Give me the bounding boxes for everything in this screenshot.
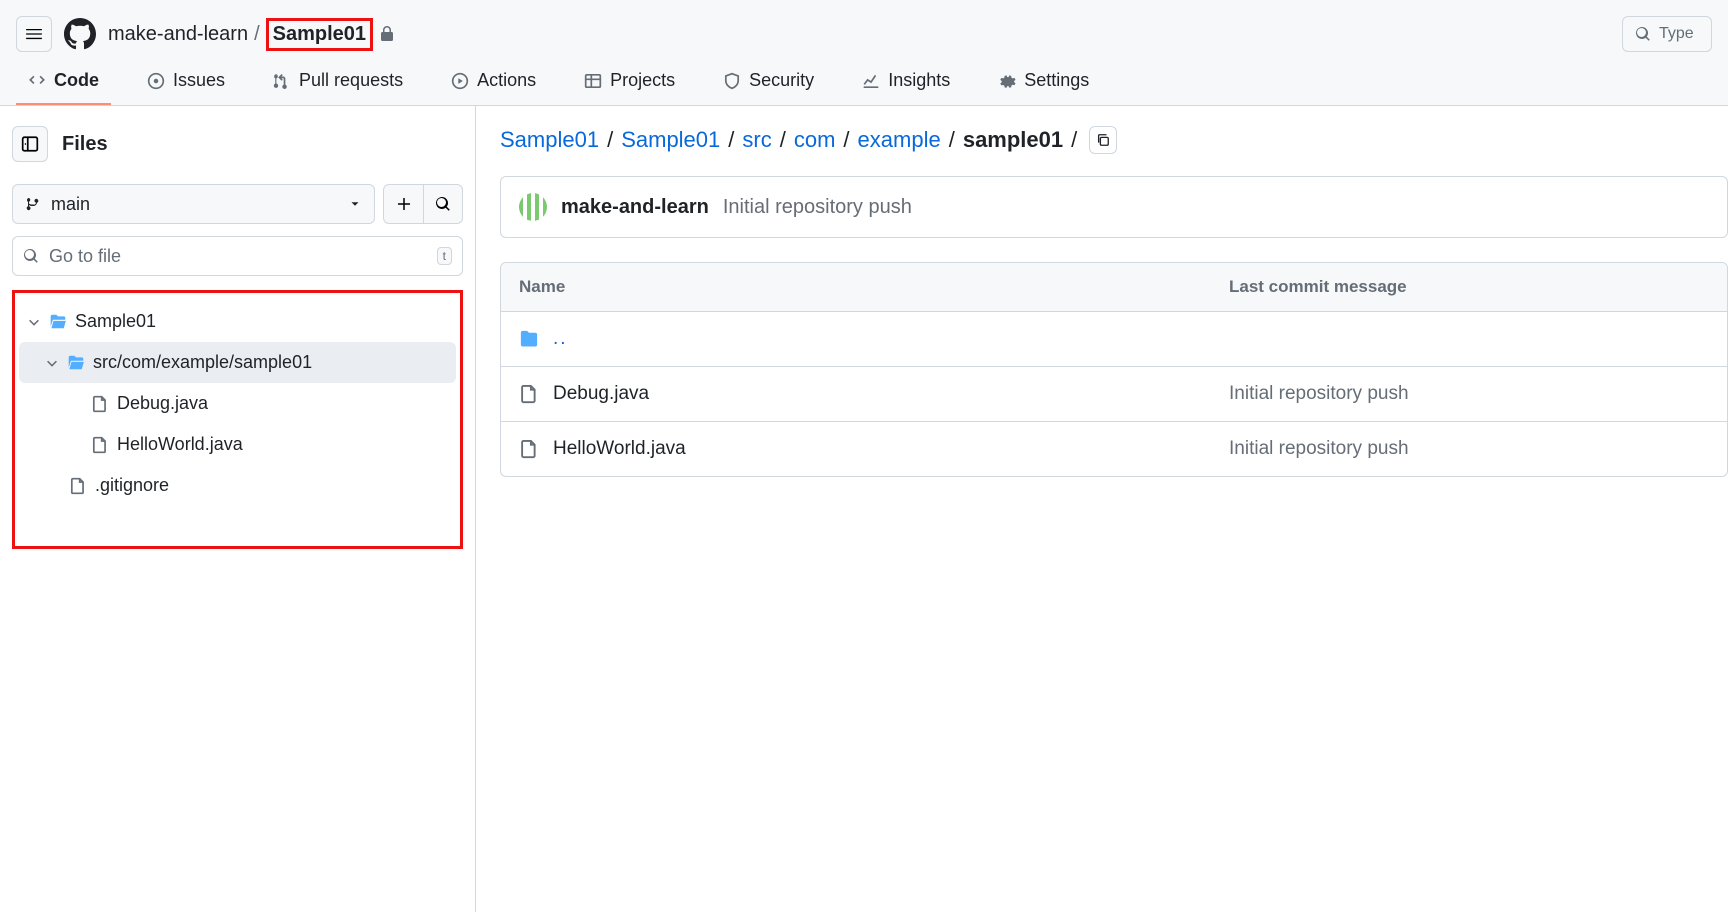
shield-icon xyxy=(723,72,741,90)
breadcrumb: Sample01/ Sample01/ src/ com/ example/ s… xyxy=(500,126,1728,154)
tree-file[interactable]: HelloWorld.java xyxy=(19,424,456,465)
file-name[interactable]: Debug.java xyxy=(553,383,649,405)
tab-actions-label: Actions xyxy=(477,70,536,91)
file-row[interactable]: HelloWorld.java Initial repository push xyxy=(501,422,1727,476)
repo-path: make-and-learn / Sample01 xyxy=(108,18,395,51)
search-icon xyxy=(435,196,451,212)
file-filter-input[interactable]: Go to file t xyxy=(12,236,463,276)
tab-insights-label: Insights xyxy=(888,70,950,91)
tab-issues-label: Issues xyxy=(173,70,225,91)
play-icon xyxy=(451,72,469,90)
tree-item-label: Sample01 xyxy=(75,311,156,332)
tab-projects-label: Projects xyxy=(610,70,675,91)
tab-code-label: Code xyxy=(54,70,99,91)
file-icon xyxy=(519,439,539,459)
breadcrumb-link[interactable]: src xyxy=(742,127,771,153)
file-commit-msg[interactable]: Initial repository push xyxy=(1229,383,1709,405)
tree-file[interactable]: Debug.java xyxy=(19,383,456,424)
issue-icon xyxy=(147,72,165,90)
file-filter-hotkey: t xyxy=(437,247,452,265)
lock-icon xyxy=(379,26,395,42)
graph-icon xyxy=(862,72,880,90)
file-row[interactable]: Debug.java Initial repository push xyxy=(501,367,1727,422)
caret-down-icon xyxy=(348,197,362,211)
tree-item-label: Debug.java xyxy=(117,393,208,414)
tree-item-label: src/com/example/sample01 xyxy=(93,352,312,373)
folder-icon xyxy=(519,329,539,349)
file-icon xyxy=(91,395,109,413)
chevron-down-icon xyxy=(27,315,41,329)
file-tree: Sample01 src/com/example/sample01 Debug.… xyxy=(12,290,463,549)
branch-select[interactable]: main xyxy=(12,184,375,224)
commit-author[interactable]: make-and-learn xyxy=(561,196,709,219)
branch-icon xyxy=(25,196,41,212)
pull-request-icon xyxy=(273,72,291,90)
code-icon xyxy=(28,72,46,90)
sidebar-title: Files xyxy=(62,133,108,156)
file-icon xyxy=(69,477,87,495)
file-icon xyxy=(519,384,539,404)
topbar: make-and-learn / Sample01 Type xyxy=(0,0,1728,60)
plus-icon xyxy=(396,196,412,212)
repo-nav: Code Issues Pull requests Actions Projec… xyxy=(0,60,1728,106)
tab-insights[interactable]: Insights xyxy=(850,60,962,105)
commit-message[interactable]: Initial repository push xyxy=(723,196,912,219)
tab-settings-label: Settings xyxy=(1024,70,1089,91)
breadcrumb-link[interactable]: com xyxy=(794,127,836,153)
tab-pulls-label: Pull requests xyxy=(299,70,403,91)
tab-security-label: Security xyxy=(749,70,814,91)
tree-folder-root[interactable]: Sample01 xyxy=(19,301,456,342)
sidebar-toggle-button[interactable] xyxy=(12,126,48,162)
branch-name: main xyxy=(51,194,90,215)
repo-owner-link[interactable]: make-and-learn xyxy=(108,23,248,46)
tab-issues[interactable]: Issues xyxy=(135,60,237,105)
latest-commit[interactable]: make-and-learn Initial repository push xyxy=(500,176,1728,238)
breadcrumb-link[interactable]: example xyxy=(858,127,941,153)
tab-security[interactable]: Security xyxy=(711,60,826,105)
folder-open-icon xyxy=(67,354,85,372)
tree-item-label: HelloWorld.java xyxy=(117,434,243,455)
content: Sample01/ Sample01/ src/ com/ example/ s… xyxy=(476,106,1728,912)
file-commit-msg[interactable]: Initial repository push xyxy=(1229,438,1709,460)
tab-settings[interactable]: Settings xyxy=(986,60,1101,105)
tree-folder-src[interactable]: src/com/example/sample01 xyxy=(19,342,456,383)
file-listing: Name Last commit message .. Debug.java I… xyxy=(500,262,1728,477)
file-row-up[interactable]: .. xyxy=(501,312,1727,367)
search-icon xyxy=(23,248,39,264)
column-last-commit: Last commit message xyxy=(1229,277,1709,297)
table-icon xyxy=(584,72,602,90)
folder-open-icon xyxy=(49,313,67,331)
search-placeholder: Type xyxy=(1659,25,1694,43)
tree-item-label: .gitignore xyxy=(95,475,169,496)
copy-icon xyxy=(1096,133,1110,147)
breadcrumb-link[interactable]: Sample01 xyxy=(621,127,720,153)
menu-button[interactable] xyxy=(16,16,52,52)
tree-file-gitignore[interactable]: .gitignore xyxy=(19,465,456,506)
search-icon xyxy=(1635,26,1651,42)
breadcrumb-current: sample01 xyxy=(963,127,1063,153)
search-files-button[interactable] xyxy=(423,184,463,224)
file-filter-placeholder: Go to file xyxy=(49,246,121,267)
file-icon xyxy=(91,436,109,454)
copy-path-button[interactable] xyxy=(1089,126,1117,154)
column-name: Name xyxy=(519,277,1229,297)
parent-dir-link[interactable]: .. xyxy=(553,328,568,350)
sidepanel-icon xyxy=(21,135,39,153)
avatar xyxy=(519,193,547,221)
tab-code[interactable]: Code xyxy=(16,60,111,105)
bars-icon xyxy=(25,25,43,43)
chevron-down-icon xyxy=(45,356,59,370)
tab-projects[interactable]: Projects xyxy=(572,60,687,105)
file-name[interactable]: HelloWorld.java xyxy=(553,438,686,460)
sidebar: Files main Go to file t xyxy=(0,106,476,912)
breadcrumb-link[interactable]: Sample01 xyxy=(500,127,599,153)
tab-pull-requests[interactable]: Pull requests xyxy=(261,60,415,105)
repo-name-link[interactable]: Sample01 xyxy=(266,18,373,51)
add-file-button[interactable] xyxy=(383,184,423,224)
github-logo-icon[interactable] xyxy=(64,18,96,50)
gear-icon xyxy=(998,72,1016,90)
tab-actions[interactable]: Actions xyxy=(439,60,548,105)
path-separator: / xyxy=(254,23,260,46)
global-search[interactable]: Type xyxy=(1622,16,1712,52)
